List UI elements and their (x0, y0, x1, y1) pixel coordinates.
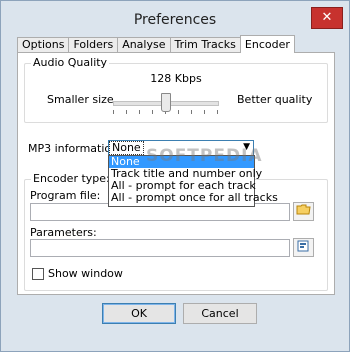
preferences-window: Preferences ✕ Options Folders Analyse Tr… (0, 0, 350, 352)
show-window-label: Show window (48, 267, 123, 280)
mp3-information-dropdown: None Track title and number only All - p… (108, 155, 278, 207)
folder-icon (296, 204, 311, 215)
tab-options[interactable]: Options (17, 37, 70, 53)
program-file-label: Program file: (30, 189, 101, 202)
bitrate-value: 128 Kbps (150, 72, 202, 85)
close-icon: ✕ (321, 10, 333, 25)
mp3-information-value: None (109, 141, 144, 155)
mp3-information-select[interactable]: None ▼ (108, 140, 254, 156)
smaller-size-label: Smaller size (47, 93, 114, 106)
encoder-type-title: Encoder type: (31, 172, 112, 185)
tab-analyse[interactable]: Analyse (117, 37, 171, 53)
cancel-button[interactable]: Cancel (183, 303, 257, 324)
parameters-label: Parameters: (30, 226, 97, 239)
quality-slider-thumb[interactable] (161, 93, 171, 112)
chevron-down-icon[interactable]: ▼ (243, 142, 250, 152)
tab-strip: Options Folders Analyse Trim Tracks Enco… (17, 35, 295, 53)
show-window-checkbox[interactable] (32, 268, 44, 280)
close-button[interactable]: ✕ (311, 7, 343, 29)
parameters-button[interactable] (293, 238, 314, 257)
parameters-input[interactable] (30, 239, 290, 257)
ok-button[interactable]: OK (102, 303, 176, 324)
edit-parameters-icon (297, 240, 309, 252)
browse-folder-button[interactable] (293, 202, 314, 221)
dropdown-option-prompt-once[interactable]: All - prompt once for all tracks (109, 192, 278, 204)
tab-trim-tracks[interactable]: Trim Tracks (169, 37, 241, 53)
window-title: Preferences (133, 12, 217, 28)
encoder-tab-panel: Audio Quality 128 Kbps Smaller size Bett… (17, 52, 335, 295)
title-bar[interactable]: Preferences ✕ (1, 1, 349, 37)
audio-quality-title: Audio Quality (31, 56, 110, 69)
better-quality-label: Better quality (237, 93, 313, 106)
tab-folders[interactable]: Folders (68, 37, 119, 53)
tab-encoder[interactable]: Encoder (239, 35, 295, 53)
audio-quality-group: Audio Quality 128 Kbps Smaller size Bett… (24, 56, 328, 123)
